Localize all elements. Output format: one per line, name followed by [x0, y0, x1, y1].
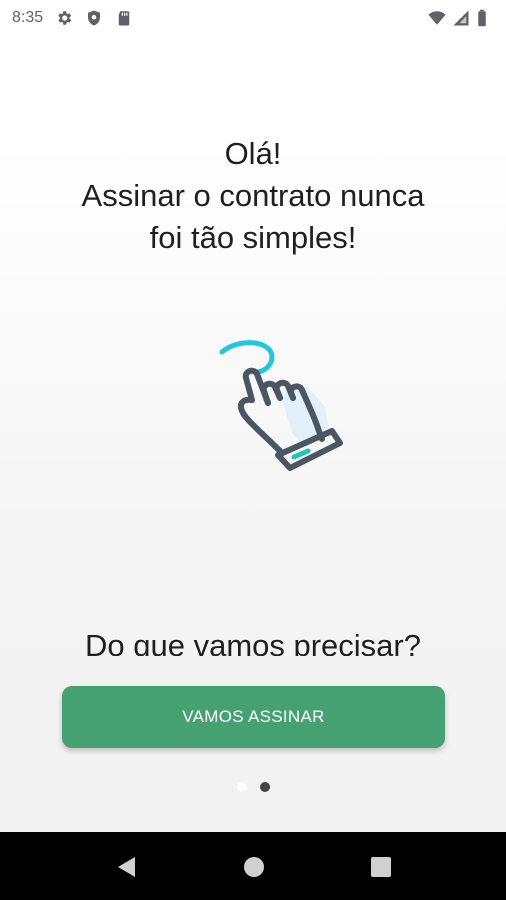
recents-icon[interactable] — [368, 854, 394, 880]
status-bar: 8:35 — [0, 0, 506, 36]
sd-card-icon — [115, 9, 133, 27]
status-left: 8:35 — [12, 9, 133, 27]
wifi-icon — [428, 9, 446, 27]
status-right — [428, 9, 494, 27]
headline-line-1: Olá! — [224, 136, 282, 171]
headline-line-3: foi tão simples! — [149, 220, 357, 255]
signal-icon — [452, 9, 470, 27]
headline-line-2: Assinar o contrato nunca — [81, 178, 425, 213]
navigation-bar — [0, 832, 506, 900]
shield-icon — [85, 9, 103, 27]
page-dot-2[interactable] — [259, 782, 270, 792]
tap-hand-icon — [210, 335, 350, 480]
section-title-container: Do que vamos precisar? — [0, 624, 506, 656]
home-icon[interactable] — [241, 854, 267, 880]
page-dot-1[interactable] — [236, 782, 247, 792]
gear-icon — [55, 9, 73, 27]
battery-icon — [476, 9, 494, 27]
welcome-headline: Olá! Assinar o contrato nunca foi tão si… — [0, 133, 506, 259]
back-icon[interactable] — [113, 854, 139, 880]
section-title: Do que vamos precisar? — [85, 628, 421, 656]
page-indicator — [0, 782, 506, 792]
start-signing-button[interactable]: VAMOS ASSINAR — [62, 686, 445, 748]
status-time: 8:35 — [12, 9, 44, 26]
